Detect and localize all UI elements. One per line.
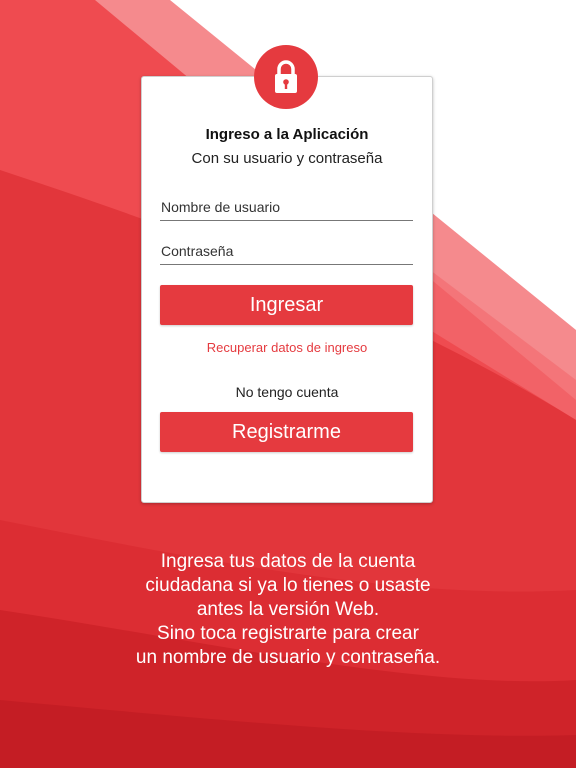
login-subtitle: Con su usuario y contraseña — [191, 150, 383, 167]
no-account-label: No tengo cuenta — [235, 384, 339, 400]
username-field[interactable] — [160, 193, 413, 221]
info-line: antes la versión Web. — [196, 599, 380, 620]
info-text: Ingresa tus datos de la cuenta ciudadana… — [40, 550, 536, 670]
info-line: un nombre de usuario y contraseña. — [135, 647, 441, 668]
info-line: ciudadana si ya lo tienes o usaste — [145, 575, 431, 596]
login-card: Ingreso a la Aplicación Con su usuario y… — [141, 76, 433, 503]
info-line: Sino toca registrarte para crear — [157, 623, 419, 644]
info-line: Ingresa tus datos de la cuenta — [160, 551, 416, 572]
lock-badge — [254, 45, 318, 109]
register-button[interactable]: Registrarme — [160, 412, 413, 452]
recover-credentials-link[interactable]: Recuperar datos de ingreso — [142, 340, 432, 355]
lock-icon — [275, 60, 297, 93]
password-field[interactable] — [160, 237, 413, 265]
login-button[interactable]: Ingresar — [160, 285, 413, 325]
login-title: Ingreso a la Aplicación — [205, 126, 369, 143]
